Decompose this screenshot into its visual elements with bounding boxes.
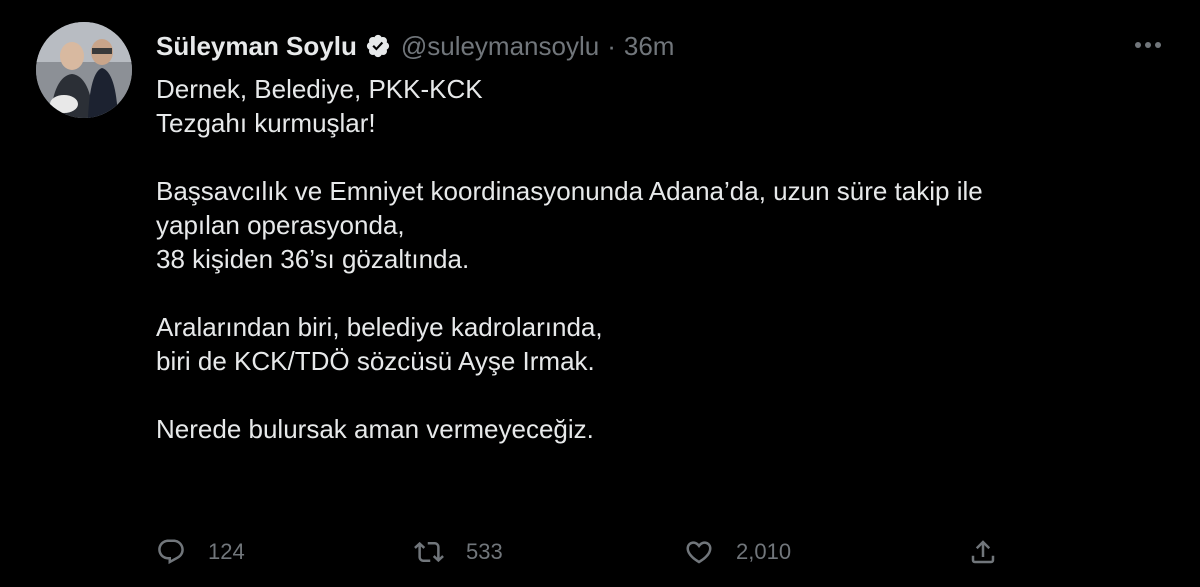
- reply-count: 124: [208, 539, 245, 564]
- share-button[interactable]: [968, 532, 998, 572]
- like-button[interactable]: 2,010: [684, 532, 791, 572]
- tweet-line: Başsavcılık ve Emniyet koordinasyonunda …: [156, 176, 983, 206]
- retweet-count: 533: [466, 539, 503, 564]
- more-horizontal-icon: [1135, 42, 1161, 48]
- avatar-photo: [36, 22, 132, 118]
- share-icon: [971, 540, 995, 564]
- verified-badge-icon: [365, 33, 391, 59]
- tweet-line: 38 kişiden 36’sı gözaltında.: [156, 244, 470, 274]
- tweet-line: Nerede bulursak aman vermeyeceğiz.: [156, 414, 594, 444]
- avatar[interactable]: [36, 22, 132, 118]
- retweet-button[interactable]: 533: [414, 532, 503, 572]
- tweet-text: Dernek, Belediye, PKK-KCK Tezgahı kurmuş…: [156, 72, 1156, 446]
- tweet-line: biri de KCK/TDÖ sözcüsü Ayşe Irmak.: [156, 346, 595, 376]
- reply-button[interactable]: 124: [156, 532, 245, 572]
- heart-icon: [686, 541, 712, 564]
- tweet-line: yapılan operasyonda,: [156, 210, 405, 240]
- tweet-line: Tezgahı kurmuşlar!: [156, 108, 376, 138]
- tweet-line: Dernek, Belediye, PKK-KCK: [156, 74, 483, 104]
- retweet-icon: [414, 541, 444, 563]
- author-name[interactable]: Süleyman Soylu: [156, 31, 357, 62]
- tweet-header: Süleyman Soylu @suleymansoylu · 36m: [156, 26, 674, 66]
- author-handle[interactable]: @suleymansoylu: [401, 31, 599, 62]
- more-button[interactable]: [1128, 30, 1168, 60]
- reply-icon: [158, 539, 184, 565]
- tweet-line: Aralarından biri, belediye kadrolarında,: [156, 312, 603, 342]
- header-separator: ·: [607, 30, 616, 61]
- tweet-actions: 124 533 2,010: [156, 532, 1026, 572]
- tweet-timestamp[interactable]: 36m: [624, 31, 675, 62]
- tweet[interactable]: Süleyman Soylu @suleymansoylu · 36m Dern…: [0, 0, 1200, 587]
- like-count: 2,010: [736, 539, 792, 564]
